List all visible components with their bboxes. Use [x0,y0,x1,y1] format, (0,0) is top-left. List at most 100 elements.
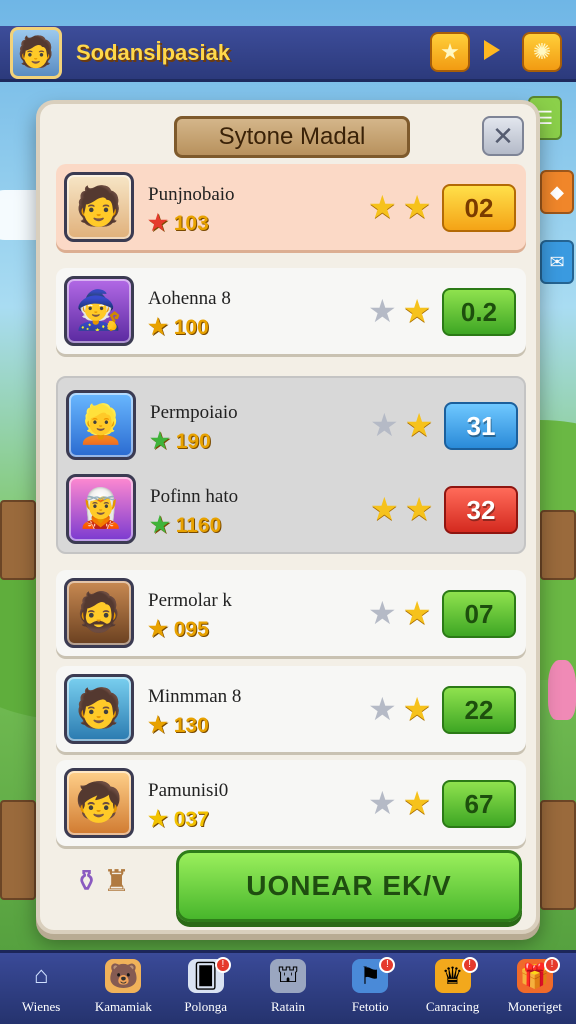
player-score-value: 190 [175,430,211,453]
star-icon: ★ [370,491,405,527]
claim-button[interactable]: UONEAR EK/V [176,850,522,922]
player-score-value: 130 [173,714,209,737]
notification-badge: ! [461,957,478,973]
play-arrow-icon[interactable] [484,40,500,60]
notification-badge: ! [379,957,396,973]
player-score: ★ 037 [148,806,209,832]
nav-label: Ratain [271,999,305,1014]
player-score: ★ 190 [150,428,211,454]
game-title: Sodansİpasiak [76,39,231,65]
side-event-icon[interactable]: ◆ [540,170,574,214]
player-row[interactable]: 🧝 Pofinn hato ★ 1160 ★★ 32 [58,466,528,552]
player-score: ★ 1160 [150,512,221,538]
player-portrait-icon: 🧝 [66,474,136,544]
player-row[interactable]: 🧑 Minmman 8 ★ 130 ★★ 22 [56,666,526,752]
nav-label: Kamamiak [94,999,152,1014]
player-score: ★ 095 [148,616,209,642]
star-icon: ★ [402,785,438,821]
player-portrait-icon: 🧒 [64,768,134,838]
player-name: Minmman 8 [148,686,242,707]
rank-badge[interactable]: 67 [442,780,516,828]
nav-item-map[interactable]: ⚑ ! Fetotio [329,953,411,1024]
character-icon: 🐻 [105,959,142,993]
player-name: Punjnobaio [148,184,235,205]
rank-badge[interactable]: 22 [442,686,516,734]
player-group: 👱 Permpoiaio ★ 190 ★★ 31 🧝 Pofinn hato ★ 1… [56,376,526,554]
rating-stars: ★★ [370,406,439,444]
star-icon: ★ [404,491,440,527]
reward-icons: ⚱ ♜ [74,864,130,899]
player-row[interactable]: 🧒 Pamunisi0 ★ 037 ★★ 67 [56,760,526,846]
notification-badge: ! [543,957,560,973]
close-icon[interactable]: ✕ [482,116,524,156]
star-icon: ★ [402,293,438,329]
player-score: ★ 100 [148,314,209,340]
nav-label: Canracing [425,999,480,1014]
fence [540,800,576,910]
star-icon: ★ [370,407,405,443]
rating-stars: ★★ [370,490,439,528]
nav-item-character[interactable]: 🐻 Kamamiak [82,953,164,1024]
pink-creature [548,660,576,720]
rank-badge[interactable]: 07 [442,590,516,638]
player-score: ★ 130 [148,712,209,738]
rating-stars: ★★ [368,188,437,226]
rank-badge[interactable]: 02 [442,184,516,232]
chest-icon: ♜ [103,865,131,898]
score-star-icon: ★ [148,712,168,737]
player-score-value: 103 [173,212,209,235]
player-row[interactable]: 🧙 Aohenna 8 ★ 100 ★★ 0.2 [56,268,526,354]
shop-icon: ⛫ [269,959,306,993]
player-portrait-icon: 👱 [66,390,136,460]
rating-stars: ★★ [368,594,437,632]
notification-badge: ! [214,957,231,973]
nav-item-shop[interactable]: ⛫ Ratain [247,953,329,1024]
side-mail-icon[interactable]: ✉ [540,240,574,284]
star-icon: ★ [402,595,438,631]
player-row[interactable]: 🧔 Permolar k ★ 095 ★★ 07 [56,570,526,656]
hero-avatar-icon[interactable]: 🧑 [10,26,62,79]
gear-coin-icon[interactable]: ✺ [522,32,562,72]
player-score-value: 100 [173,316,209,339]
star-icon: ★ [368,189,403,225]
player-portrait-icon: 🧔 [64,578,134,648]
star-icon[interactable]: ★ [430,32,470,72]
fence [540,510,576,580]
player-name: Permpoiaio [150,402,238,423]
nav-item-cards[interactable]: 🂠 ! Polonga [165,953,247,1024]
rating-stars: ★★ [368,690,437,728]
fence [0,500,36,580]
bottom-nav: ⌂ Wienes 🐻 Kamamiak 🂠 ! Polonga ⛫ Ratain… [0,950,576,1024]
player-name: Pofinn hato [150,486,239,507]
score-star-icon: ★ [148,210,168,235]
star-icon: ★ [404,407,440,443]
star-icon: ★ [368,691,403,727]
star-icon: ★ [402,691,438,727]
nav-item-trophy[interactable]: ♛ ! Canracing [411,953,493,1024]
player-portrait-icon: 🧑 [64,172,134,242]
score-star-icon: ★ [150,428,170,453]
nav-item-home[interactable]: ⌂ Wienes [0,953,82,1024]
star-icon: ★ [368,785,403,821]
modal-title: Sytone Madal [174,116,410,158]
score-star-icon: ★ [150,512,170,537]
player-portrait-icon: 🧑 [64,674,134,744]
star-icon: ★ [368,595,403,631]
rank-badge[interactable]: 32 [444,486,518,534]
nav-item-gift[interactable]: 🎁 ! Moneriget [494,953,576,1024]
star-icon: ★ [368,293,403,329]
player-score: ★ 103 [148,210,209,236]
potion-icon: ⚱ [74,865,100,898]
player-name: Permolar k [148,590,232,611]
nav-label: Fetotio [351,999,389,1014]
nav-label: Polonga [184,999,228,1014]
player-portrait-icon: 🧙 [64,276,134,346]
rank-badge[interactable]: 31 [444,402,518,450]
score-star-icon: ★ [148,314,168,339]
nav-label: Moneriget [507,999,562,1014]
top-bar: 🧑 Sodansİpasiak ★ ✺ [0,26,576,82]
player-row[interactable]: 🧑 Punjnobaio ★ 103 ★★ 02 [56,164,526,250]
player-row[interactable]: 👱 Permpoiaio ★ 190 ★★ 31 [58,382,528,468]
rank-badge[interactable]: 0.2 [442,288,516,336]
score-star-icon: ★ [148,616,168,641]
